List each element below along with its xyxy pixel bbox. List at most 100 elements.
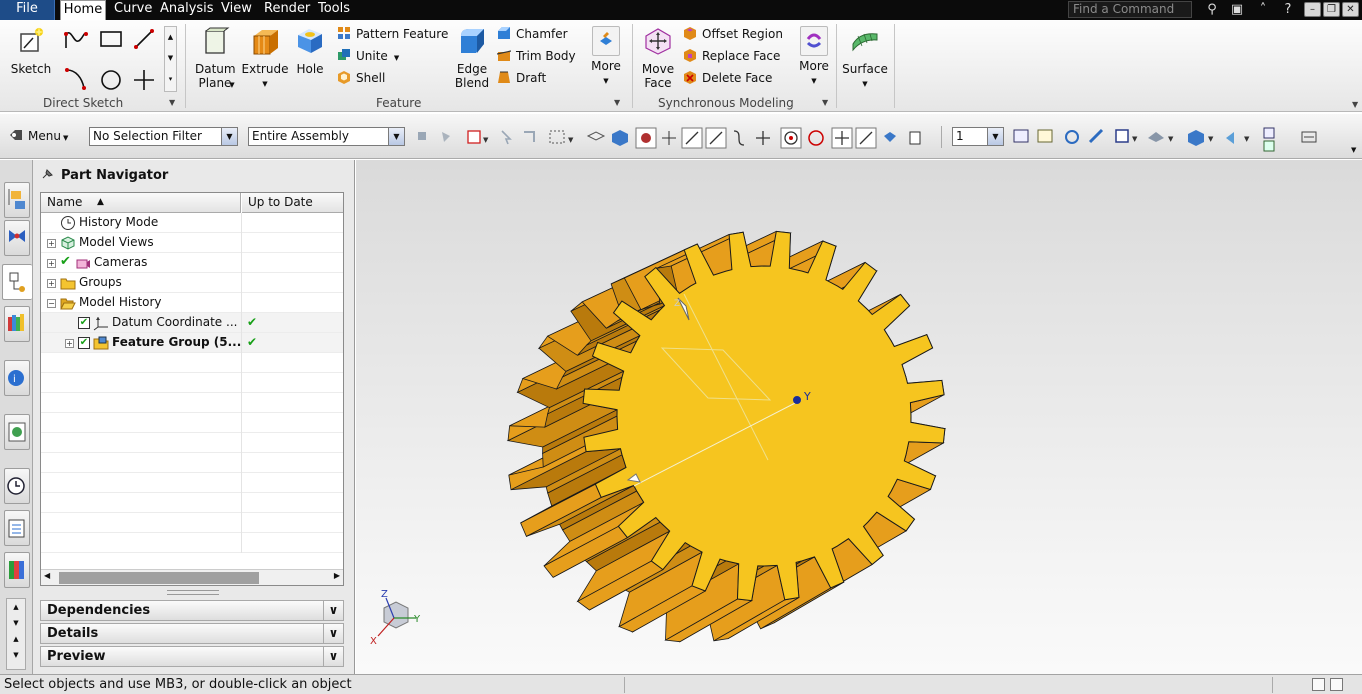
- group-expand-icon[interactable]: ▼: [169, 98, 175, 107]
- reuse-library-tab[interactable]: [4, 306, 30, 342]
- feature-more-button[interactable]: More ▼: [588, 26, 624, 88]
- replace-face-button[interactable]: Replace Face: [683, 47, 780, 65]
- minimize-button[interactable]: –: [1304, 2, 1321, 17]
- part-navigator-tab[interactable]: [2, 264, 32, 300]
- navigator-row[interactable]: + Model Views: [41, 233, 343, 253]
- preview-panel[interactable]: Preview ∨: [40, 646, 344, 667]
- pattern-feature-button[interactable]: Pattern Feature: [337, 25, 448, 43]
- navigator-row[interactable]: − Model History: [41, 293, 343, 313]
- dropdown-arrow-icon[interactable]: ▼: [796, 74, 832, 88]
- edge-blend-button[interactable]: Edge Blend: [452, 26, 492, 90]
- chamfer-button[interactable]: Chamfer: [497, 25, 568, 43]
- work-layer-select[interactable]: 1 ▼: [952, 127, 1004, 146]
- fit-window-icon[interactable]: ▣: [1227, 0, 1247, 20]
- extrude-button[interactable]: Extrude ▼: [240, 26, 290, 91]
- offset-region-button[interactable]: Offset Region: [683, 25, 783, 43]
- resource-bar-scrollbar[interactable]: ▲ ▼ ▲ ▼: [6, 598, 26, 670]
- dropdown-arrow-icon[interactable]: ▼: [394, 54, 399, 62]
- visibility-checkbox[interactable]: ✔: [78, 317, 90, 329]
- search-icon[interactable]: ⚲: [1202, 0, 1222, 20]
- toolbar-overflow-icon[interactable]: ▼: [1351, 146, 1356, 154]
- view-triad-z: Z: [381, 589, 388, 600]
- tab-tools[interactable]: Tools: [318, 0, 350, 20]
- maximize-icon[interactable]: [1330, 678, 1343, 691]
- chevron-up-icon[interactable]: ˄: [1253, 0, 1273, 20]
- visible-check-icon[interactable]: ✔: [60, 254, 71, 269]
- web-browser-tab[interactable]: [4, 414, 30, 450]
- hd3d-tools-tab[interactable]: i: [4, 360, 30, 396]
- chevron-down-icon[interactable]: ∨: [323, 624, 343, 643]
- find-command-input[interactable]: Find a Command: [1068, 1, 1192, 18]
- surface-button[interactable]: Surface ▼: [840, 26, 890, 91]
- expand-icon[interactable]: +: [47, 259, 56, 268]
- gallery-scroll[interactable]: ▲ ▼ ▾: [164, 26, 177, 92]
- dependencies-panel[interactable]: Dependencies ∨: [40, 600, 344, 621]
- navigator-row[interactable]: + Groups: [41, 273, 343, 293]
- tab-analysis[interactable]: Analysis: [160, 0, 214, 20]
- scroll-left-icon[interactable]: ◀: [44, 571, 50, 580]
- ribbon-options-icon[interactable]: ▼: [1352, 100, 1358, 109]
- unite-button[interactable]: Unite ▼: [337, 47, 399, 65]
- chevron-down-icon[interactable]: ▼: [987, 128, 1003, 145]
- tab-render[interactable]: Render: [264, 0, 310, 20]
- splitter-grip[interactable]: [167, 590, 219, 595]
- assembly-scope-select[interactable]: Entire Assembly ▼: [248, 127, 405, 146]
- visibility-checkbox[interactable]: ✔: [78, 337, 90, 349]
- collapse-icon[interactable]: −: [47, 299, 56, 308]
- chevron-down-icon[interactable]: ▼: [388, 128, 404, 145]
- part-navigator-icon: [9, 272, 25, 292]
- draft-button[interactable]: Draft: [497, 69, 546, 87]
- dropdown-arrow-icon[interactable]: ▼: [240, 77, 290, 91]
- group-expand-icon[interactable]: ▼: [614, 98, 620, 107]
- fullscreen-icon[interactable]: [1312, 678, 1325, 691]
- shell-button[interactable]: Shell: [337, 69, 385, 87]
- group-expand-icon[interactable]: ▼: [822, 98, 828, 107]
- selection-tool-icons[interactable]: ▼ ▼: [414, 126, 934, 150]
- datum-plane-button[interactable]: Datum Plane ▼: [192, 26, 238, 92]
- chevron-down-icon[interactable]: ▼: [221, 128, 237, 145]
- expand-icon[interactable]: +: [47, 279, 56, 288]
- tab-home[interactable]: Home: [60, 0, 106, 21]
- move-face-button[interactable]: Move Face: [638, 26, 678, 90]
- help-icon[interactable]: ?: [1278, 0, 1298, 20]
- scroll-right-icon[interactable]: ▶: [334, 571, 340, 580]
- sync-more-button[interactable]: More ▼: [796, 26, 832, 88]
- trim-body-button[interactable]: Trim Body: [497, 47, 576, 65]
- close-button[interactable]: ✕: [1342, 2, 1359, 17]
- delete-face-button[interactable]: Delete Face: [683, 69, 772, 87]
- tab-view[interactable]: View: [221, 0, 252, 20]
- empty-row: [41, 493, 343, 513]
- expand-icon[interactable]: +: [65, 339, 74, 348]
- tab-curve[interactable]: Curve: [114, 0, 152, 20]
- dropdown-arrow-icon[interactable]: ▼: [840, 77, 890, 91]
- sketch-button[interactable]: Sketch: [8, 26, 54, 76]
- navigator-row[interactable]: ✔ Datum Coordinate ... ✔: [41, 313, 343, 333]
- horizontal-scrollbar[interactable]: ◀ ▶: [41, 569, 343, 585]
- scrollbar-thumb[interactable]: [59, 572, 259, 584]
- chevron-down-icon[interactable]: ∨: [323, 647, 343, 666]
- palette-tab[interactable]: [4, 552, 30, 588]
- dropdown-arrow-icon[interactable]: ▼: [588, 74, 624, 88]
- details-panel[interactable]: Details ∨: [40, 623, 344, 644]
- tab-file[interactable]: File: [0, 0, 55, 20]
- navigator-pin-icon[interactable]: [41, 168, 55, 180]
- navigator-row[interactable]: + ✔ Feature Group (5... ✔: [41, 333, 343, 353]
- history-tab[interactable]: [4, 468, 30, 504]
- constraint-navigator-tab[interactable]: [4, 220, 30, 256]
- assembly-navigator-tab[interactable]: [4, 182, 30, 218]
- navigator-row[interactable]: History Mode: [41, 213, 343, 233]
- column-header-name[interactable]: Name ▲: [41, 193, 241, 213]
- process-studio-tab[interactable]: [4, 510, 30, 546]
- expand-icon[interactable]: +: [47, 239, 56, 248]
- restore-button[interactable]: ❐: [1323, 2, 1340, 17]
- view-tool-icons[interactable]: ▼ ▼ ▼ ▼: [1012, 126, 1342, 154]
- column-header-up-to-date[interactable]: Up to Date: [242, 193, 343, 213]
- graphics-window[interactable]: Y Z Z Y X: [356, 160, 1362, 674]
- hole-button[interactable]: Hole: [293, 26, 327, 76]
- background-icon: [1188, 130, 1204, 146]
- navigator-row[interactable]: + ✔ Cameras: [41, 253, 343, 273]
- selection-filter-select[interactable]: No Selection Filter ▼: [89, 127, 238, 146]
- gear-model[interactable]: Y Z Z Y X: [356, 160, 1362, 674]
- chevron-down-icon[interactable]: ∨: [323, 601, 343, 620]
- menu-button[interactable]: Menu ▼: [8, 127, 68, 147]
